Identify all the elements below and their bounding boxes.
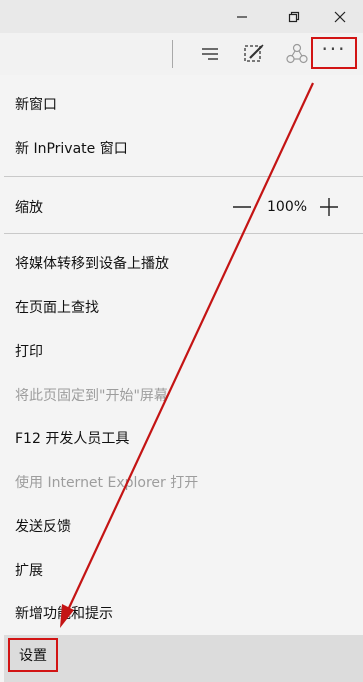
menu-item-new-window[interactable]: 新窗口 xyxy=(4,82,363,126)
menu-item-label: 新窗口 xyxy=(15,97,57,113)
menu-item-label: 将此页固定到"开始"屏幕 xyxy=(15,388,168,404)
minimize-icon xyxy=(237,15,247,18)
restore-icon xyxy=(288,11,300,22)
title-bar xyxy=(0,0,363,33)
close-icon xyxy=(334,11,346,22)
more-actions-menu: 新窗口 新 InPrivate 窗口 缩放 100% 将媒体转移到设备上播放 在… xyxy=(4,75,363,682)
more-actions-icon: ··· xyxy=(321,37,347,61)
toolbar-divider xyxy=(172,40,173,68)
settings-highlight[interactable]: 设置 xyxy=(8,638,58,672)
menu-item-label: 在页面上查找 xyxy=(15,300,99,316)
menu-item-label: 发送反馈 xyxy=(15,519,71,535)
zoom-value: 100% xyxy=(267,199,308,215)
browser-toolbar: ··· xyxy=(0,33,363,75)
menu-item-settings[interactable]: 设置 xyxy=(4,635,363,682)
menu-item-label: 扩展 xyxy=(15,563,43,579)
menu-item-extensions[interactable]: 扩展 xyxy=(4,548,363,592)
menu-item-new-inprivate[interactable]: 新 InPrivate 窗口 xyxy=(4,126,363,170)
menu-item-send-feedback[interactable]: 发送反馈 xyxy=(4,504,363,548)
zoom-out-button[interactable] xyxy=(230,185,254,229)
menu-item-cast-media[interactable]: 将媒体转移到设备上播放 xyxy=(4,241,363,285)
web-note-icon xyxy=(244,44,264,62)
share-icon xyxy=(286,43,308,64)
close-button[interactable] xyxy=(317,0,363,33)
zoom-in-button[interactable] xyxy=(317,185,341,229)
menu-item-label: 打印 xyxy=(15,344,43,360)
menu-item-label: 使用 Internet Explorer 打开 xyxy=(15,475,199,491)
more-actions-button[interactable]: ··· xyxy=(311,37,357,69)
menu-item-label: F12 开发人员工具 xyxy=(15,431,130,447)
web-note-button[interactable] xyxy=(234,33,274,75)
menu-item-find-on-page[interactable]: 在页面上查找 xyxy=(4,285,363,329)
menu-item-zoom: 缩放 100% xyxy=(4,185,363,229)
menu-divider xyxy=(4,233,363,234)
menu-item-label: 新增功能和提示 xyxy=(15,606,113,622)
menu-divider xyxy=(4,176,363,177)
minus-icon xyxy=(233,206,251,208)
menu-item-pin-to-start: 将此页固定到"开始"屏幕 xyxy=(4,373,363,417)
menu-item-label: 将媒体转移到设备上播放 xyxy=(15,256,169,272)
hub-button[interactable] xyxy=(190,33,230,75)
menu-item-label: 新 InPrivate 窗口 xyxy=(15,141,128,157)
menu-item-f12-tools[interactable]: F12 开发人员工具 xyxy=(4,416,363,460)
restore-button[interactable] xyxy=(271,0,317,33)
menu-item-print[interactable]: 打印 xyxy=(4,329,363,373)
plus-icon xyxy=(320,198,338,216)
menu-item-label: 设置 xyxy=(19,648,47,664)
minimize-button[interactable] xyxy=(219,0,265,33)
menu-item-whats-new[interactable]: 新增功能和提示 xyxy=(4,591,363,635)
zoom-label: 缩放 xyxy=(15,200,43,216)
menu-item-open-with-ie: 使用 Internet Explorer 打开 xyxy=(4,460,363,504)
hub-icon xyxy=(202,48,218,60)
